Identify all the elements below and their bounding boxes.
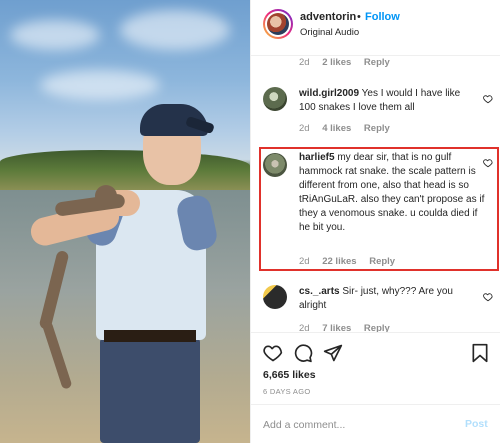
comment-likes[interactable]: 7 likes [322, 323, 351, 332]
avatar[interactable] [263, 9, 293, 39]
reply-button[interactable]: Reply [364, 323, 390, 332]
comments-list[interactable]: 2d 2 likes Reply wild.girl2009 Yes I wou… [251, 57, 500, 332]
separator: • [357, 11, 361, 23]
reply-button[interactable]: Reply [369, 256, 395, 267]
comment-meta: 2d 7 likes Reply [299, 323, 400, 332]
post-button[interactable]: Post [465, 418, 488, 430]
comment-time: 2d [299, 57, 310, 68]
comment-meta: 2d 2 likes Reply [299, 57, 400, 68]
comment-likes[interactable]: 22 likes [322, 256, 356, 267]
comment-time: 2d [299, 256, 310, 267]
reply-button[interactable]: Reply [364, 123, 390, 134]
comment-avatar[interactable] [263, 153, 287, 177]
comment-like-heart-icon[interactable] [483, 292, 493, 302]
cloud [120, 10, 230, 50]
cloud [10, 20, 100, 50]
comment-icon[interactable] [293, 343, 313, 363]
comment-body: my dear sir, that is no gulf hammock rat… [299, 152, 485, 233]
comment-avatar[interactable] [263, 285, 287, 309]
comment-likes[interactable]: 2 likes [322, 57, 351, 68]
comment-like-heart-icon[interactable] [483, 94, 493, 104]
comment-input[interactable] [263, 417, 453, 433]
comment-text: cs._.arts Sir- just, why??? Are you alri… [299, 285, 479, 313]
bookmark-icon[interactable] [471, 343, 489, 363]
comment-likes[interactable]: 4 likes [322, 123, 351, 134]
comment-meta: 2d 4 likes Reply [299, 123, 400, 134]
comment-text: wild.girl2009 Yes I would I have like 10… [299, 87, 479, 115]
comment-author[interactable]: cs._.arts [299, 286, 340, 297]
comment-time: 2d [299, 123, 310, 134]
comment-author[interactable]: wild.girl2009 [299, 88, 359, 99]
post-panel: adventorin • Follow Original Audio 2d 2 … [250, 0, 500, 443]
comment-avatar[interactable] [263, 87, 287, 111]
post-header: adventorin • Follow Original Audio [251, 0, 500, 56]
comment-author[interactable]: harlief5 [299, 152, 335, 163]
follow-button[interactable]: Follow [365, 11, 400, 23]
avatar-image [267, 13, 289, 35]
snake-head [95, 185, 117, 207]
comment-time: 2d [299, 323, 310, 332]
belt [104, 330, 196, 342]
tree-line [0, 150, 250, 190]
audio-label[interactable]: Original Audio [300, 27, 359, 38]
comment-like-heart-icon[interactable] [483, 158, 493, 168]
cloud [40, 70, 160, 100]
comment-text: harlief5 my dear sir, that is no gulf ha… [299, 151, 485, 235]
username[interactable]: adventorin [300, 11, 356, 23]
comment-meta: 2d 22 likes Reply [299, 256, 405, 267]
post-photo[interactable] [0, 0, 250, 443]
add-comment-bar: Post [251, 404, 500, 443]
jeans [100, 338, 200, 443]
post-timestamp: 6 DAYS AGO [263, 387, 311, 396]
reply-button[interactable]: Reply [364, 57, 390, 68]
post-actions: 6,665 likes 6 DAYS AGO [251, 332, 500, 404]
heart-icon[interactable] [263, 343, 283, 363]
share-icon[interactable] [323, 343, 343, 363]
likes-count[interactable]: 6,665 likes [263, 369, 316, 381]
